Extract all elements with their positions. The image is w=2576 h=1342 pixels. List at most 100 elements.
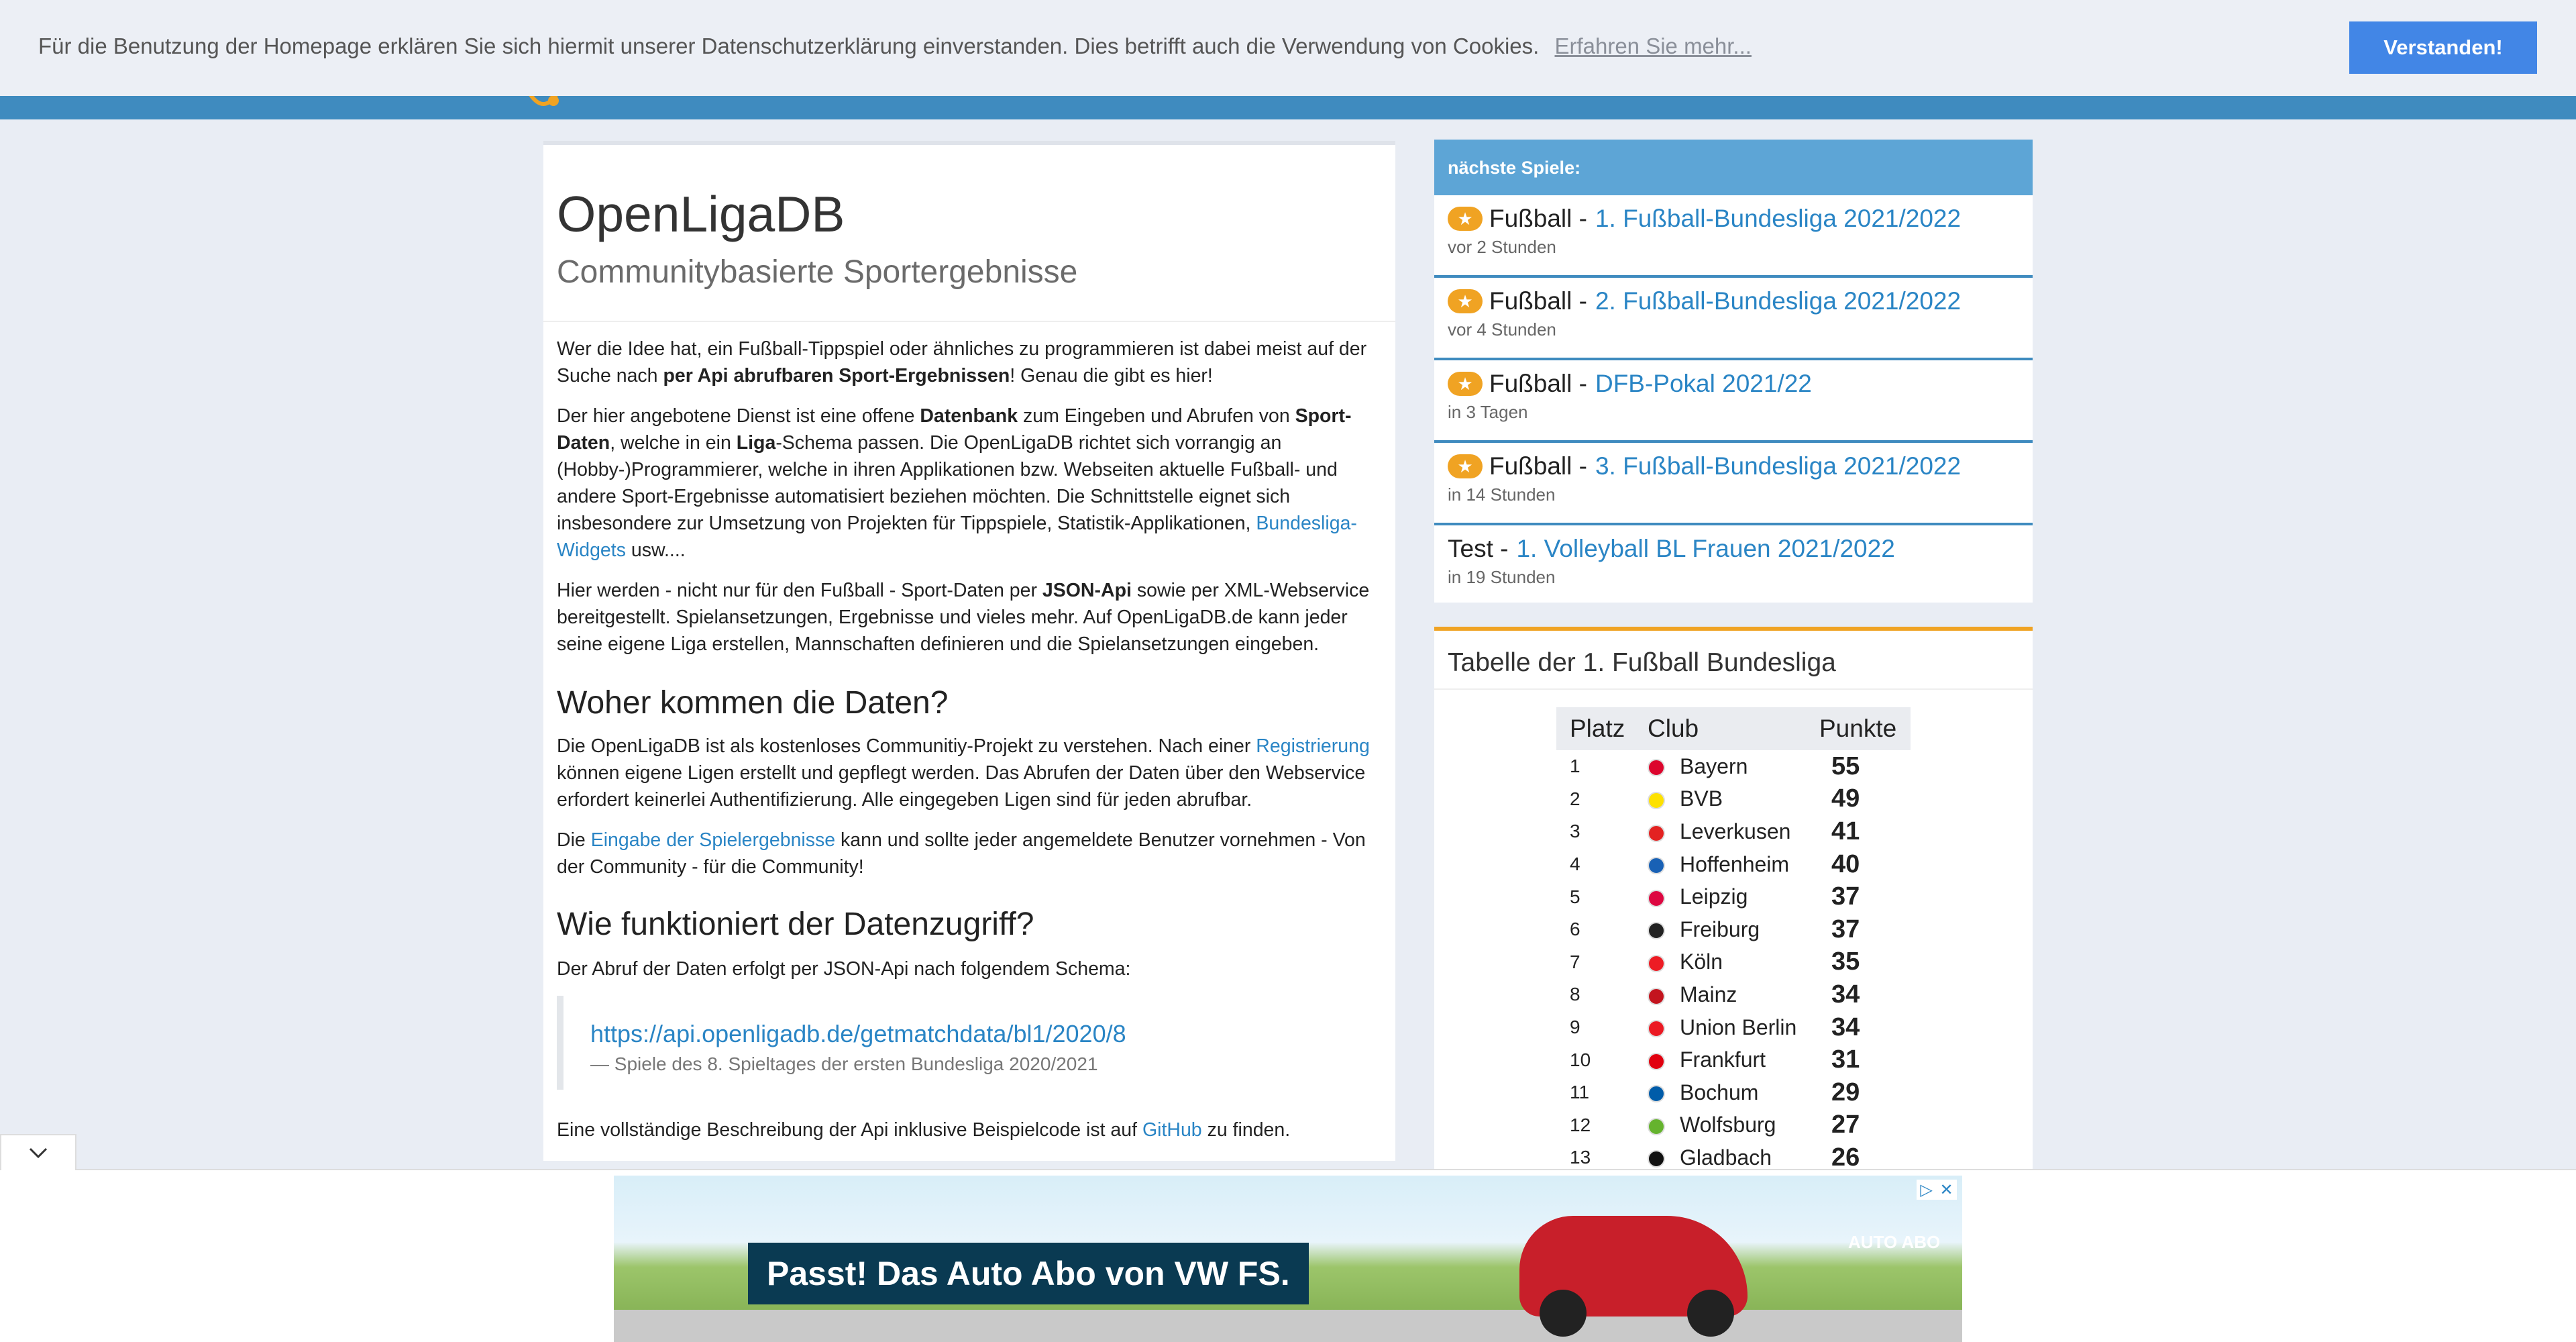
game-sport: Fußball - bbox=[1489, 287, 1587, 315]
game-sport: Fußball - bbox=[1489, 452, 1587, 480]
next-games-list: ★ Fußball -1. Fußball-Bundesliga 2021/202… bbox=[1434, 195, 2033, 608]
game-time: vor 4 Stunden bbox=[1448, 319, 1556, 340]
club-logo-icon bbox=[1648, 1117, 1665, 1135]
game-sport: Test - bbox=[1448, 535, 1509, 562]
ad-road bbox=[614, 1310, 1962, 1342]
rank-cell: 10 bbox=[1570, 1049, 1591, 1070]
cookie-text: Für die Benutzung der Homepage erklären … bbox=[38, 34, 1752, 59]
club-name: Frankfurt bbox=[1680, 1047, 1766, 1072]
rank-cell: 2 bbox=[1570, 788, 1580, 809]
text: Eine vollständige Beschreibung der Api i… bbox=[557, 1119, 1142, 1141]
results-entry-paragraph: Die Eingabe der Spielergebnisse kann und… bbox=[557, 827, 1382, 880]
table-row[interactable]: 11 Bochum 29 bbox=[1556, 1076, 1911, 1109]
section-heading-data-access: Wie funktioniert der Datenzugriff? bbox=[557, 907, 1034, 942]
game-item[interactable]: ★ Fußball - 1. Fußball-Bundesliga 2021/202… bbox=[1434, 195, 2033, 278]
register-link[interactable]: Registrierung bbox=[1256, 735, 1370, 757]
game-time: in 3 Tagen bbox=[1448, 402, 1528, 422]
results-entry-link[interactable]: Eingabe der Spielergebnisse bbox=[591, 829, 835, 851]
points-cell: 37 bbox=[1831, 882, 1860, 911]
standings-header-row: Platz Club Punkte bbox=[1556, 707, 1911, 750]
club-logo-icon bbox=[1648, 791, 1665, 809]
club-cell: BVB bbox=[1634, 783, 1806, 816]
club-logo-icon bbox=[1648, 1052, 1665, 1070]
club-cell: Köln bbox=[1634, 946, 1806, 979]
cookie-accept-button[interactable]: Verstanden! bbox=[2349, 21, 2537, 74]
game-league-link[interactable]: 3. Fußball-Bundesliga 2021/2022 bbox=[1595, 452, 1961, 480]
car-wheel bbox=[1687, 1290, 1734, 1337]
text: ! Genau die gibt es hier! bbox=[1010, 365, 1213, 386]
api-example-caption: — Spiele des 8. Spieltages der ersten Bu… bbox=[590, 1053, 1098, 1074]
club-cell: Leverkusen bbox=[1634, 815, 1806, 848]
game-league-link[interactable]: 2. Fußball-Bundesliga 2021/2022 bbox=[1595, 287, 1961, 315]
text: usw.... bbox=[625, 539, 686, 561]
text: Hier werden - nicht nur für den Fußball … bbox=[557, 580, 1042, 601]
column-header-club: Club bbox=[1634, 707, 1806, 750]
points-cell: 37 bbox=[1831, 915, 1860, 943]
chevron-down-icon[interactable] bbox=[0, 1134, 76, 1170]
club-cell: Wolfsburg bbox=[1634, 1109, 1806, 1142]
ad-brand-text: AUTO ABO bbox=[1848, 1232, 1941, 1252]
game-sport: Fußball - bbox=[1489, 205, 1587, 232]
club-name: Union Berlin bbox=[1680, 1015, 1797, 1039]
club-logo-icon bbox=[1648, 922, 1665, 940]
standings-title: Tabelle der 1. Fußball Bundesliga bbox=[1448, 648, 1836, 677]
game-league-link[interactable]: DFB-Pokal 2021/22 bbox=[1595, 370, 1812, 398]
club-name: Bayern bbox=[1680, 754, 1748, 778]
club-logo-icon bbox=[1648, 987, 1665, 1005]
table-row[interactable]: 8 Mainz 34 bbox=[1556, 978, 1911, 1011]
points-cell: 49 bbox=[1831, 784, 1860, 813]
club-name: Mainz bbox=[1680, 982, 1737, 1007]
game-time: in 14 Stunden bbox=[1448, 484, 1556, 505]
rank-cell: 12 bbox=[1570, 1114, 1591, 1135]
table-row[interactable]: 1 Bayern 55 bbox=[1556, 750, 1911, 783]
club-logo-icon bbox=[1648, 1020, 1665, 1038]
rank-cell: 6 bbox=[1570, 919, 1580, 940]
club-name: Hoffenheim bbox=[1680, 851, 1790, 876]
table-row[interactable]: 4 Hoffenheim 40 bbox=[1556, 848, 1911, 881]
game-line: ★ Fußball - DFB-Pokal 2021/22 bbox=[1448, 370, 2019, 398]
cookie-banner: Für die Benutzung der Homepage erklären … bbox=[0, 0, 2576, 96]
text-bold: per Api abrufbaren Sport-Ergebnissen bbox=[663, 365, 1010, 386]
service-paragraph: Der hier angebotene Dienst ist eine offe… bbox=[557, 403, 1382, 564]
club-logo-icon bbox=[1648, 857, 1665, 875]
table-row[interactable]: 2 BVB 49 bbox=[1556, 783, 1911, 816]
intro-paragraph: Wer die Idee hat, ein Fußball-Tippspiel … bbox=[557, 336, 1382, 389]
table-row[interactable]: 5 Leipzig 37 bbox=[1556, 880, 1911, 913]
club-cell: Hoffenheim bbox=[1634, 848, 1806, 881]
table-row[interactable]: 10 Frankfurt 31 bbox=[1556, 1043, 1911, 1076]
club-cell: Bayern bbox=[1634, 750, 1806, 783]
table-row[interactable]: 3 Leverkusen 41 bbox=[1556, 815, 1911, 848]
advertisement-banner[interactable]: Passt! Das Auto Abo von VW FS. AUTO ABO … bbox=[614, 1176, 1962, 1342]
divider bbox=[543, 321, 1395, 322]
table-row[interactable]: 7 Köln 35 bbox=[1556, 946, 1911, 979]
table-row[interactable]: 12 Wolfsburg 27 bbox=[1556, 1109, 1911, 1142]
data-source-paragraph: Die OpenLigaDB ist als kostenloses Commu… bbox=[557, 733, 1382, 813]
github-link[interactable]: GitHub bbox=[1142, 1119, 1202, 1141]
club-name: Leverkusen bbox=[1680, 819, 1791, 843]
club-cell: Bochum bbox=[1634, 1076, 1806, 1109]
club-cell: Freiburg bbox=[1634, 913, 1806, 946]
club-logo-icon bbox=[1648, 824, 1665, 842]
points-cell: 55 bbox=[1831, 752, 1860, 780]
club-cell: Mainz bbox=[1634, 978, 1806, 1011]
divider bbox=[1434, 688, 2033, 690]
game-league-link[interactable]: 1. Fußball-Bundesliga 2021/2022 bbox=[1595, 205, 1961, 233]
adchoices-icon[interactable]: ▷ ✕ bbox=[1917, 1180, 1957, 1200]
text: Die bbox=[557, 829, 591, 851]
game-league-link[interactable]: 1. Volleyball BL Frauen 2021/2022 bbox=[1516, 535, 1894, 563]
table-row[interactable]: 9 Union Berlin 34 bbox=[1556, 1011, 1911, 1044]
club-name: Gladbach bbox=[1680, 1145, 1772, 1170]
api-example-link[interactable]: https://api.openligadb.de/getmatchdata/b… bbox=[590, 1020, 1382, 1048]
game-item[interactable]: ★ Fußball - DFB-Pokal 2021/22 in 3 Tagen bbox=[1434, 360, 2033, 443]
table-row[interactable]: 6 Freiburg 37 bbox=[1556, 913, 1911, 946]
club-name: BVB bbox=[1680, 786, 1723, 811]
game-item[interactable]: ★ Fußball - 2. Fußball-Bundesliga 2021/202… bbox=[1434, 278, 2033, 360]
game-item[interactable]: ★ Fußball - 3. Fußball-Bundesliga 2021/202… bbox=[1434, 443, 2033, 525]
text: , welche in ein bbox=[610, 432, 737, 454]
cookie-more-link[interactable]: Erfahren Sie mehr... bbox=[1554, 34, 1751, 58]
rank-cell: 4 bbox=[1570, 854, 1580, 875]
page-title: OpenLigaDB bbox=[557, 186, 845, 242]
game-item[interactable]: Test - 1. Volleyball BL Frauen 2021/2022 i… bbox=[1434, 525, 2033, 608]
close-icon[interactable]: ✕ bbox=[1940, 1180, 1953, 1200]
game-line: ★ Fußball - 2. Fußball-Bundesliga 2021/202… bbox=[1448, 287, 2019, 315]
